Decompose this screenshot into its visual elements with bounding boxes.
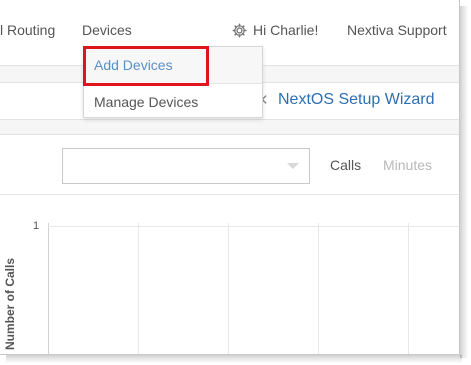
gear-icon	[232, 22, 247, 38]
user-menu[interactable]: Hi Charlie!	[232, 22, 318, 38]
frame-shadow-right	[460, 6, 468, 358]
y-axis-line	[48, 223, 49, 354]
menu-item-manage-devices[interactable]: Manage Devices	[84, 83, 262, 119]
devices-dropdown-menu: Add Devices Manage Devices	[83, 46, 263, 118]
chevron-down-icon	[287, 163, 299, 169]
v-gridline	[318, 223, 319, 354]
setup-wizard-link[interactable]: NextOS Setup Wizard	[278, 91, 435, 109]
nav-item-devices[interactable]: Devices	[82, 22, 132, 38]
user-greeting: Hi Charlie!	[253, 22, 319, 38]
calls-chart: 1 Number of Calls	[0, 195, 459, 354]
v-gridline	[408, 223, 409, 354]
v-gridline	[228, 223, 229, 354]
app-viewport: l Routing Devices Hi Charlie! Nextiva Su…	[0, 0, 460, 355]
y-axis-label: Number of Calls	[3, 258, 17, 351]
toggle-minutes[interactable]: Minutes	[383, 157, 432, 173]
menu-item-add-devices[interactable]: Add Devices	[84, 47, 262, 83]
nav-item-support[interactable]: Nextiva Support	[347, 22, 447, 38]
frame-shadow-bottom	[6, 355, 462, 363]
toggle-calls[interactable]: Calls	[330, 157, 361, 173]
chart-panel-header: Calls Minutes	[0, 135, 459, 195]
y-tick-label: 1	[33, 220, 40, 232]
period-select[interactable]	[62, 148, 310, 184]
calls-chart-panel: Calls Minutes 1 Number of Calls	[0, 134, 459, 354]
nav-item-routing[interactable]: l Routing	[0, 22, 55, 38]
h-gridline	[48, 226, 459, 227]
v-gridline	[138, 223, 139, 354]
